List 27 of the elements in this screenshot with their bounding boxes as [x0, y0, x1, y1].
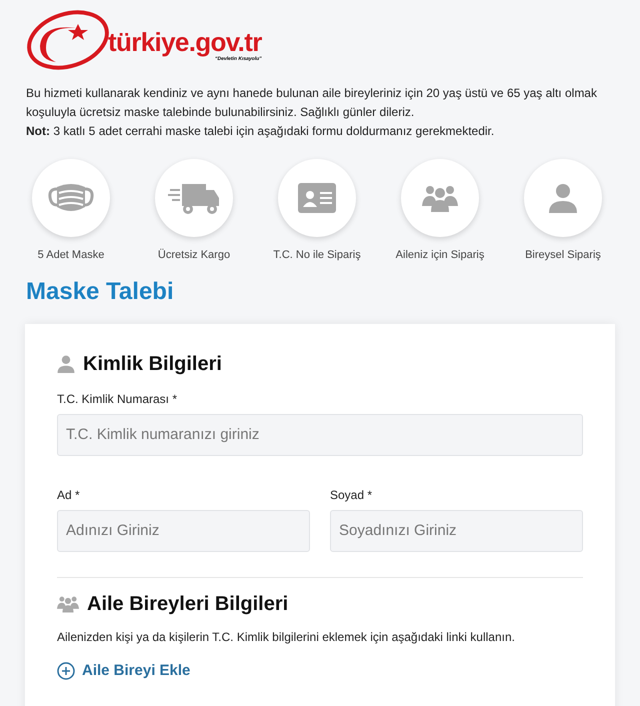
section-heading: Aile Bireyleri Bilgileri: [87, 594, 288, 614]
note-text: Not: 3 katlı 5 adet cerrahi maske talebi için aşağıdaki formu doldurmanız gerekmektedir.: [26, 123, 496, 140]
input-field[interactable]: T.C. Kimlik numaranızı giriniz: [57, 414, 583, 456]
page-title: Maske Talebi: [25, 280, 175, 304]
add-family-member-link[interactable]: Aile Bireyi Ekle: [57, 660, 190, 682]
intro-text: Bu hizmeti kullanarak kendiniz ve aynı hanede bulunan aile bireyleriniz için 20 yaş üstü ve 65 yaş altı olmak koşuluyla ücretsiz maske talebinde bulunabilirsiniz. Sağlıklı günler dileriz.: [26, 85, 598, 121]
section-heading: Kimlik Bilgileri: [83, 354, 222, 374]
feature-label: Bireysel Sipariş: [525, 248, 601, 263]
feature-label: T.C. No ile Sipariş: [273, 248, 361, 263]
input-field[interactable]: Soyadınızı Giriniz: [330, 510, 583, 552]
id-card-icon: [298, 183, 336, 213]
feature-label: 5 Adet Maske: [38, 248, 104, 263]
field-label: Soyad *: [330, 486, 374, 504]
input-field[interactable]: Adınızı Giriniz: [57, 510, 310, 552]
feature-label: Aileniz için Sipariş: [396, 248, 484, 263]
plus-circle-icon: [57, 662, 75, 680]
family-info-text: Ailenizden kişi ya da kişilerin T.C. Kimlik bilgilerini eklemek için aşağıdaki linki kullanın.: [57, 628, 516, 646]
person-icon: [57, 354, 75, 372]
field-label: T.C. Kimlik Numarası *: [57, 390, 178, 408]
people-icon: [57, 594, 79, 612]
crescent-star-logo-icon: [26, 8, 110, 72]
feature-label: Ücretsiz Kargo: [158, 248, 230, 263]
logo-text: türkiye.gov.tr: [108, 29, 262, 55]
person-icon: [548, 183, 578, 213]
field-label: Ad *: [57, 486, 81, 504]
truck-icon: [168, 181, 220, 215]
people-icon: [422, 184, 458, 212]
